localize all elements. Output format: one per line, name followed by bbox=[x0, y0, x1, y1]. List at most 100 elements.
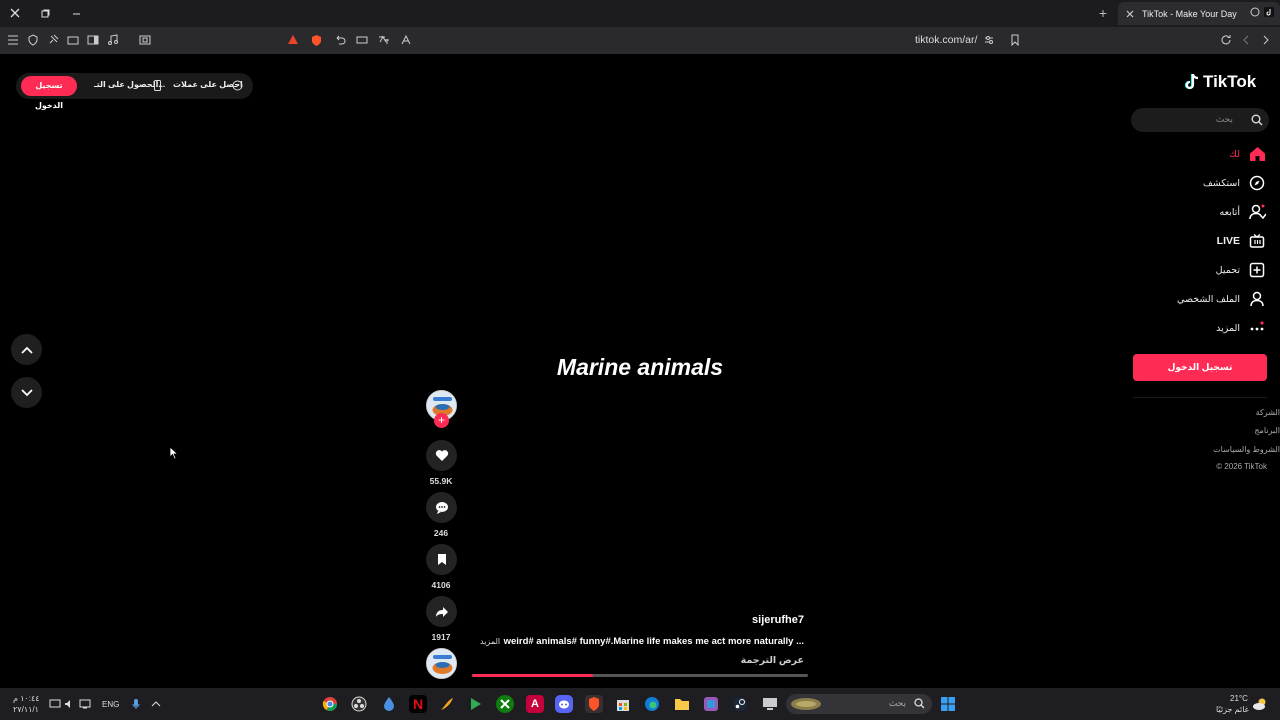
footer-terms-link[interactable]: الشروط والسياسات bbox=[1213, 445, 1280, 454]
compass-icon bbox=[1248, 174, 1266, 192]
sidebar-label-upload: تحميل bbox=[1215, 264, 1240, 276]
next-video-button[interactable] bbox=[11, 377, 42, 408]
weather-description[interactable]: غائم جزئيًا bbox=[1216, 705, 1249, 714]
audio-icon[interactable] bbox=[1250, 7, 1260, 17]
comment-button[interactable] bbox=[426, 492, 457, 523]
sidebar-item-following[interactable]: أتابعه bbox=[1220, 203, 1267, 221]
netflix-app-icon[interactable]: N bbox=[409, 695, 427, 713]
music-icon[interactable] bbox=[105, 32, 121, 48]
tiktok-note-icon bbox=[1185, 73, 1200, 91]
top-action-bar: تسجيل الدخول الحصول على التـ... احصل على… bbox=[16, 73, 253, 110]
shield-icon[interactable] bbox=[25, 32, 41, 48]
sidebar-item-for-you[interactable]: لك bbox=[1229, 145, 1266, 163]
tray-overflow-icon[interactable] bbox=[147, 695, 165, 713]
login-button-top[interactable]: تسجيل الدخول bbox=[21, 76, 77, 110]
extension-icon[interactable] bbox=[398, 32, 414, 48]
previous-video-button[interactable] bbox=[11, 334, 42, 365]
new-tab-button[interactable]: + bbox=[1095, 5, 1111, 21]
reload-icon[interactable] bbox=[1218, 32, 1234, 48]
share-count: 1917 bbox=[431, 632, 451, 642]
xbox-app-icon[interactable] bbox=[496, 695, 514, 713]
pin-icon[interactable] bbox=[45, 32, 61, 48]
store-app-icon[interactable] bbox=[614, 695, 632, 713]
minimize-window-icon[interactable] bbox=[66, 4, 86, 22]
sidebar-item-explore[interactable]: استكشف bbox=[1203, 174, 1266, 192]
save-button[interactable] bbox=[426, 544, 457, 575]
app-a-icon[interactable]: A bbox=[526, 695, 544, 713]
search-input[interactable]: بحث bbox=[1131, 108, 1269, 132]
screenshot-icon[interactable] bbox=[137, 32, 153, 48]
windows-start-icon[interactable] bbox=[939, 695, 957, 713]
active-tab[interactable]: TikTok - Make Your Day bbox=[1118, 2, 1280, 25]
footer-copyright: © 2026 TikTok bbox=[1216, 462, 1267, 471]
undo-icon[interactable] bbox=[332, 32, 348, 48]
sidebar-item-live[interactable]: LIVE bbox=[1217, 232, 1266, 250]
site-settings-icon[interactable] bbox=[981, 32, 997, 48]
office-app-icon[interactable] bbox=[702, 695, 720, 713]
share-button[interactable] bbox=[426, 596, 457, 627]
sidebar-label-for-you: لك bbox=[1229, 148, 1240, 160]
obs-app-icon[interactable] bbox=[350, 695, 368, 713]
menu-icon[interactable] bbox=[5, 32, 21, 48]
microphone-icon[interactable] bbox=[127, 695, 145, 713]
discord-app-icon[interactable] bbox=[555, 695, 573, 713]
drop-app-icon[interactable] bbox=[380, 695, 398, 713]
sidebar-login-button[interactable]: تسجيل الدخول bbox=[1133, 354, 1267, 381]
clock-time[interactable]: ١٠:٤٤ م bbox=[13, 694, 40, 703]
clock-date[interactable]: ٢٧/١١/١ bbox=[13, 705, 39, 714]
sidebar-icon[interactable] bbox=[85, 32, 101, 48]
chrome-app-icon[interactable] bbox=[321, 695, 339, 713]
browser-toolbar: tiktok.com/ar/ bbox=[0, 27, 1280, 54]
sound-disc-avatar[interactable] bbox=[426, 648, 457, 679]
search-widget-image-icon bbox=[790, 696, 822, 712]
restore-window-icon[interactable] bbox=[35, 4, 55, 22]
save-count: 4106 bbox=[431, 580, 451, 590]
sidebar-label-following: أتابعه bbox=[1219, 206, 1241, 218]
tabs-icon[interactable] bbox=[65, 32, 81, 48]
close-window-icon[interactable] bbox=[5, 4, 25, 22]
edge-app-icon[interactable] bbox=[643, 695, 661, 713]
brave-rewards-icon[interactable] bbox=[285, 32, 301, 48]
brave-shields-icon[interactable] bbox=[308, 32, 324, 48]
sidebar-item-upload[interactable]: تحميل bbox=[1216, 261, 1266, 279]
video-overlay-title: Marine animals bbox=[556, 354, 724, 380]
play-app-icon[interactable] bbox=[467, 695, 485, 713]
steam-app-icon[interactable] bbox=[731, 695, 749, 713]
description-more-link[interactable]: المزيد bbox=[480, 637, 500, 646]
like-button[interactable] bbox=[426, 440, 457, 471]
file-explorer-icon[interactable] bbox=[673, 695, 691, 713]
tiktok-favicon-icon bbox=[1264, 7, 1274, 17]
search-icon[interactable] bbox=[1251, 114, 1263, 126]
display-icon[interactable] bbox=[76, 695, 94, 713]
back-icon[interactable] bbox=[1238, 32, 1254, 48]
comment-icon bbox=[435, 501, 449, 514]
sidebar-item-more[interactable]: المزيد bbox=[1216, 319, 1266, 337]
sidebar-label-profile: الملف الشخصي bbox=[1177, 293, 1240, 305]
more-icon bbox=[1248, 319, 1266, 337]
feather-app-icon[interactable] bbox=[438, 695, 456, 713]
reader-icon[interactable] bbox=[354, 32, 370, 48]
desktop-app-icon[interactable] bbox=[761, 695, 779, 713]
language-indicator[interactable]: ENG bbox=[102, 700, 119, 709]
follow-button[interactable]: + bbox=[434, 413, 449, 428]
forward-icon[interactable] bbox=[1258, 32, 1274, 48]
tiktok-logo[interactable]: TikTok bbox=[1185, 72, 1256, 92]
brave-app-icon[interactable] bbox=[585, 695, 603, 713]
address-bar-url[interactable]: tiktok.com/ar/ bbox=[915, 34, 977, 46]
video-description: weird# animals# funny#.Marine life makes… bbox=[503, 636, 804, 647]
sidebar-item-profile[interactable]: الملف الشخصي bbox=[1177, 290, 1266, 308]
taskbar-search-input[interactable]: بحث bbox=[786, 694, 932, 714]
footer-company-link[interactable]: الشركة bbox=[1256, 408, 1280, 417]
weather-cloud-icon[interactable] bbox=[1251, 695, 1269, 713]
video-progress-fill bbox=[472, 674, 593, 677]
translate-icon[interactable] bbox=[376, 32, 392, 48]
see-translation-link[interactable]: عرض الترجمة bbox=[741, 655, 804, 666]
footer-program-link[interactable]: البرنامج bbox=[1254, 426, 1280, 435]
close-tab-icon[interactable] bbox=[1124, 8, 1136, 20]
bookmark-icon[interactable] bbox=[1007, 32, 1023, 48]
video-progress-bar[interactable] bbox=[472, 674, 808, 677]
weather-temperature[interactable]: 21°C bbox=[1230, 694, 1248, 703]
bookmark-filled-icon bbox=[437, 553, 447, 566]
sidebar-divider bbox=[1133, 397, 1267, 398]
video-username[interactable]: sijerufhe7 bbox=[752, 614, 804, 626]
